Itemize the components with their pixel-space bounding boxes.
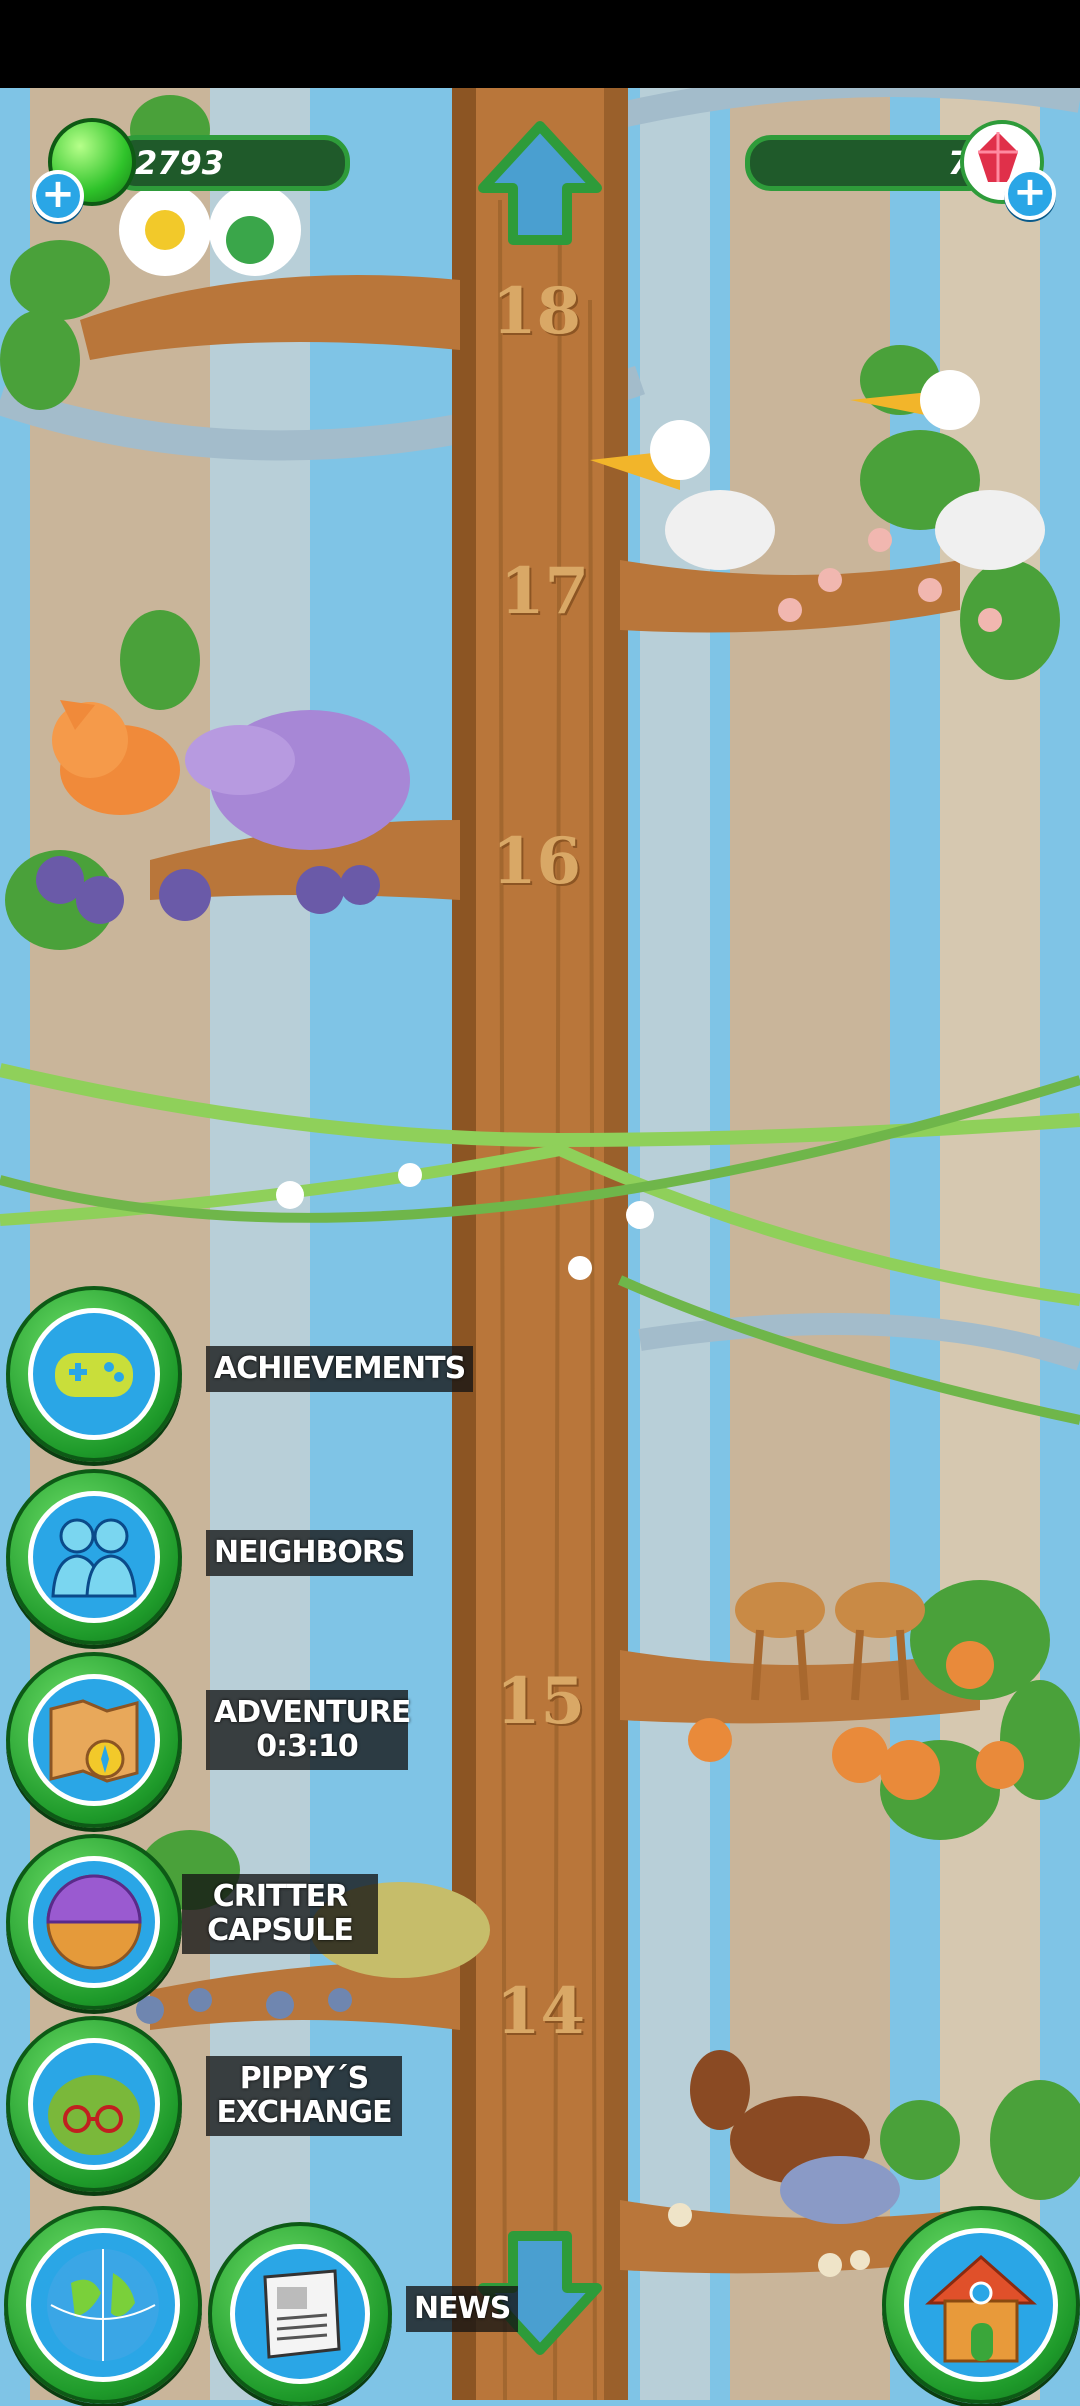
adventure-timer: 0:3:10 xyxy=(256,1729,359,1764)
currency-value: 2793 xyxy=(135,144,225,182)
adventure-label[interactable]: ADVENTURE 0:3:10 xyxy=(206,1690,411,1770)
add-gems-button[interactable]: + xyxy=(1004,168,1056,220)
gamepad-icon xyxy=(55,1353,133,1397)
critter-capsule-label[interactable]: CRITTER CAPSULE xyxy=(182,1874,378,1954)
capsule-icon xyxy=(46,1874,142,1970)
newspaper-icon xyxy=(263,2269,341,2359)
news-label[interactable]: NEWS xyxy=(406,2286,519,2332)
level-number-17: 17 xyxy=(500,554,590,629)
level-number-16: 16 xyxy=(492,824,582,899)
critter-capsule-button[interactable] xyxy=(6,1834,182,2010)
status-bar xyxy=(0,0,1080,88)
achievements-button[interactable] xyxy=(6,1286,182,1462)
pippys-exchange-label[interactable]: PIPPY´S EXCHANGE xyxy=(206,2056,402,2136)
scroll-up-arrow-icon[interactable] xyxy=(475,118,605,248)
gems-counter: 7 xyxy=(745,135,995,191)
map-compass-icon xyxy=(49,1699,139,1783)
critter-capsule-line2: CAPSULE xyxy=(207,1913,354,1948)
news-button[interactable] xyxy=(208,2222,392,2406)
neighbors-button[interactable] xyxy=(6,1469,182,1645)
home-button[interactable] xyxy=(882,2206,1080,2404)
neighbors-label[interactable]: NEIGHBORS xyxy=(206,1530,413,1576)
pippys-exchange-button[interactable] xyxy=(6,2016,182,2192)
level-number-14: 14 xyxy=(496,1974,586,2049)
pippys-exchange-line1: PIPPY´S xyxy=(239,2061,369,2096)
add-currency-button[interactable]: + xyxy=(32,170,84,222)
level-number-18: 18 xyxy=(492,274,582,349)
adventure-button[interactable] xyxy=(6,1652,182,1828)
pippys-exchange-line2: EXCHANGE xyxy=(216,2095,392,2130)
world-map-button[interactable] xyxy=(4,2206,202,2404)
level-number-15: 15 xyxy=(496,1664,586,1739)
achievements-label[interactable]: ACHIEVEMENTS xyxy=(206,1346,474,1392)
currency-counter: 2793 xyxy=(110,135,350,191)
critter-capsule-line1: CRITTER xyxy=(212,1879,349,1914)
adventure-title: ADVENTURE xyxy=(214,1695,411,1730)
house-icon xyxy=(925,2254,1037,2363)
neighbors-icon xyxy=(51,1518,137,1598)
pippy-face-icon xyxy=(48,2075,140,2155)
globe-icon xyxy=(47,2249,159,2361)
